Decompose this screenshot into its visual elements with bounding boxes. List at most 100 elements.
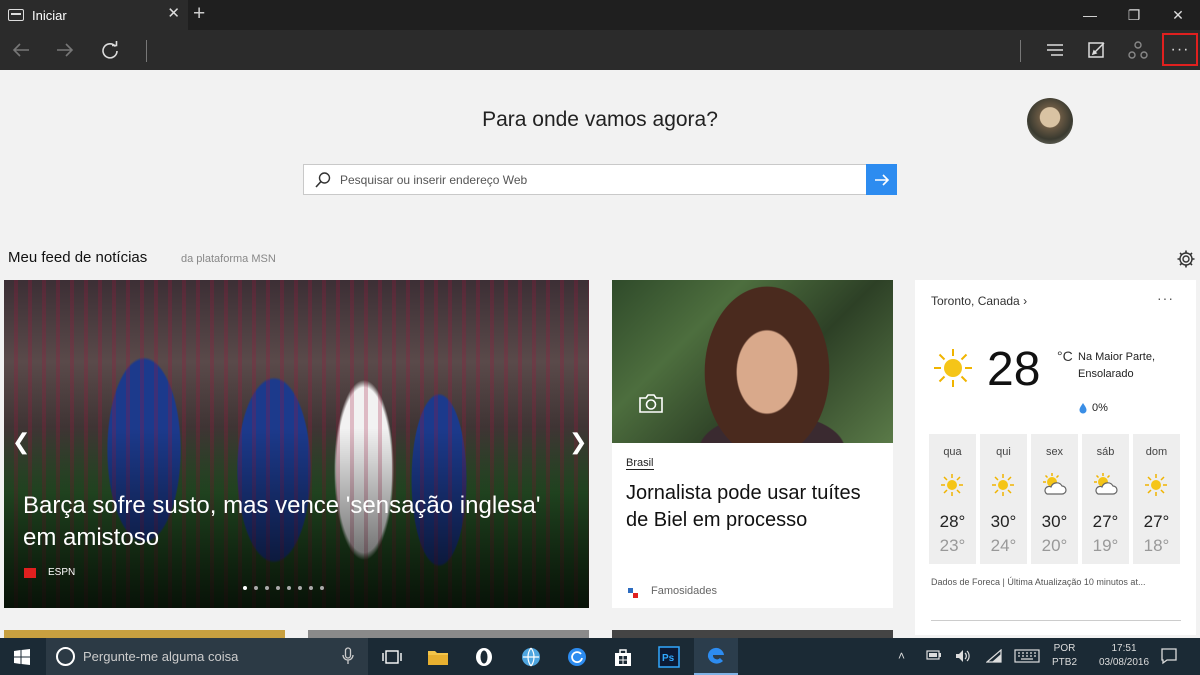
refresh-app-icon bbox=[568, 647, 586, 666]
forecast-day-2[interactable]: sex 30° 20° bbox=[1031, 434, 1078, 564]
forecast-low: 18° bbox=[1143, 536, 1170, 555]
hero-next-button[interactable]: ❯ bbox=[569, 430, 587, 454]
hub-icon bbox=[1047, 44, 1063, 56]
forecast-high: 28° bbox=[939, 512, 966, 531]
tab-close-button[interactable]: ✕ bbox=[167, 6, 180, 22]
forecast-day-1[interactable]: qui 30° 24° bbox=[980, 434, 1027, 564]
espn-logo-icon bbox=[24, 568, 36, 578]
show-hidden-icons-button[interactable]: ˄ bbox=[898, 649, 905, 663]
forecast-day-0[interactable]: qua 28° 23° bbox=[929, 434, 976, 564]
more-dots-icon: ··· bbox=[1170, 40, 1190, 58]
hero-prev-button[interactable]: ❮ bbox=[12, 430, 30, 454]
restore-button[interactable]: ❐ bbox=[1112, 0, 1156, 30]
forecast-day-3[interactable]: sáb 27° 19° bbox=[1082, 434, 1129, 564]
current-temperature: 28 bbox=[987, 343, 1041, 396]
new-tab-button[interactable]: + bbox=[193, 3, 205, 25]
task-view-icon bbox=[382, 649, 402, 664]
hero-news-card[interactable]: ❮ ❯ Barça sofre susto, mas vence 'sensaç… bbox=[4, 280, 589, 608]
forecast-day-name: qua bbox=[943, 446, 962, 458]
close-window-button[interactable]: ✕ bbox=[1156, 0, 1200, 30]
opera-button[interactable] bbox=[462, 638, 506, 675]
minimize-button[interactable]: — bbox=[1068, 0, 1112, 30]
nav-separator bbox=[146, 40, 147, 62]
chevron-right-icon: › bbox=[1023, 294, 1028, 308]
system-clock[interactable]: 17:51 03/08/2016 bbox=[1094, 642, 1154, 670]
news-card[interactable]: Brasil Jornalista pode usar tuítes de Bi… bbox=[612, 280, 893, 608]
weather-footer[interactable]: Dados de Foreca | Última Atualização 10 … bbox=[931, 577, 1145, 587]
nav-separator bbox=[1020, 40, 1021, 62]
carousel-dot[interactable] bbox=[320, 586, 324, 590]
store-button[interactable] bbox=[601, 638, 645, 675]
carousel-dot[interactable] bbox=[276, 586, 280, 590]
cortana-search-box[interactable]: Pergunte-me alguma coisa bbox=[46, 638, 368, 675]
keyboard-icon[interactable] bbox=[1014, 649, 1040, 663]
tab-page-icon bbox=[8, 9, 24, 21]
sun-icon bbox=[992, 474, 1014, 496]
sun-icon bbox=[934, 349, 972, 387]
back-button[interactable] bbox=[4, 34, 38, 66]
weather-location[interactable]: Toronto, Canada › bbox=[931, 294, 1027, 308]
address-search-box[interactable] bbox=[303, 164, 897, 195]
carousel-dot[interactable] bbox=[309, 586, 313, 590]
carousel-dot[interactable] bbox=[287, 586, 291, 590]
weather-card[interactable]: Toronto, Canada › ··· 28 °C Na Maior Par… bbox=[915, 280, 1196, 635]
feed-subtitle: da plataforma MSN bbox=[181, 253, 276, 265]
forecast-low: 23° bbox=[939, 536, 966, 555]
sun-icon bbox=[1145, 474, 1167, 496]
carousel-dot[interactable] bbox=[298, 586, 302, 590]
carousel-dot[interactable] bbox=[265, 586, 269, 590]
forecast-day-name: sex bbox=[1045, 446, 1064, 458]
news-card-peek[interactable] bbox=[612, 630, 893, 638]
partly-cloudy-icon bbox=[1094, 473, 1118, 495]
hero-headline[interactable]: Barça sofre susto, mas vence 'sensação i… bbox=[23, 490, 573, 554]
app-button[interactable] bbox=[509, 638, 553, 675]
news-card-source: Famosidades bbox=[651, 585, 718, 597]
tab-iniciar[interactable]: Iniciar ✕ bbox=[0, 0, 188, 30]
search-go-button[interactable] bbox=[866, 164, 897, 195]
photoshop-icon: Ps bbox=[658, 645, 680, 668]
back-arrow-icon bbox=[12, 43, 29, 57]
cortana-icon bbox=[56, 647, 75, 666]
address-search-input[interactable] bbox=[340, 165, 860, 194]
weather-more-button[interactable]: ··· bbox=[1157, 290, 1174, 306]
task-view-button[interactable] bbox=[370, 638, 414, 675]
forecast-high: 27° bbox=[1143, 512, 1170, 531]
forecast-day-name: qui bbox=[996, 446, 1011, 458]
user-avatar[interactable] bbox=[1027, 98, 1073, 144]
web-note-button[interactable] bbox=[1080, 34, 1114, 66]
photoshop-button[interactable]: Ps bbox=[647, 638, 691, 675]
news-card-headline[interactable]: Jornalista pode usar tuítes de Biel em p… bbox=[626, 480, 886, 534]
volume-icon[interactable] bbox=[955, 649, 971, 663]
forecast-day-name: dom bbox=[1145, 446, 1168, 458]
folder-icon bbox=[428, 650, 448, 665]
news-card-peek[interactable] bbox=[4, 630, 285, 638]
feed-settings-gear-icon[interactable] bbox=[1176, 249, 1196, 269]
action-center-icon[interactable] bbox=[1160, 647, 1178, 665]
forward-button[interactable] bbox=[48, 34, 82, 66]
wifi-icon[interactable] bbox=[986, 649, 1002, 663]
file-explorer-button[interactable] bbox=[416, 638, 460, 675]
share-button[interactable] bbox=[1121, 34, 1155, 66]
more-actions-button[interactable]: ··· bbox=[1162, 33, 1198, 66]
title-bar: Iniciar ✕ + — ❐ ✕ bbox=[0, 0, 1200, 30]
news-card-category[interactable]: Brasil bbox=[626, 457, 654, 470]
edge-button[interactable] bbox=[694, 638, 738, 675]
store-icon bbox=[615, 648, 631, 666]
app-button[interactable] bbox=[555, 638, 599, 675]
hub-button[interactable] bbox=[1038, 34, 1072, 66]
svg-text:Ps: Ps bbox=[662, 653, 675, 664]
carousel-dot[interactable] bbox=[243, 586, 247, 590]
camera-icon bbox=[639, 394, 663, 413]
carousel-dot[interactable] bbox=[254, 586, 258, 590]
taskbar: Pergunte-me alguma coisa Ps ˄ POR PTB2 17… bbox=[0, 638, 1200, 675]
opera-icon bbox=[476, 647, 492, 666]
news-card-peek[interactable] bbox=[308, 630, 589, 638]
forecast-day-4[interactable]: dom 27° 18° bbox=[1133, 434, 1180, 564]
microphone-icon[interactable] bbox=[342, 647, 354, 665]
carousel-indicators bbox=[243, 586, 324, 590]
input-language-indicator[interactable]: POR PTB2 bbox=[1052, 642, 1077, 670]
cortana-search-placeholder: Pergunte-me alguma coisa bbox=[83, 649, 239, 664]
start-button[interactable] bbox=[0, 638, 44, 675]
battery-icon[interactable] bbox=[926, 649, 942, 661]
refresh-button[interactable] bbox=[93, 34, 127, 66]
